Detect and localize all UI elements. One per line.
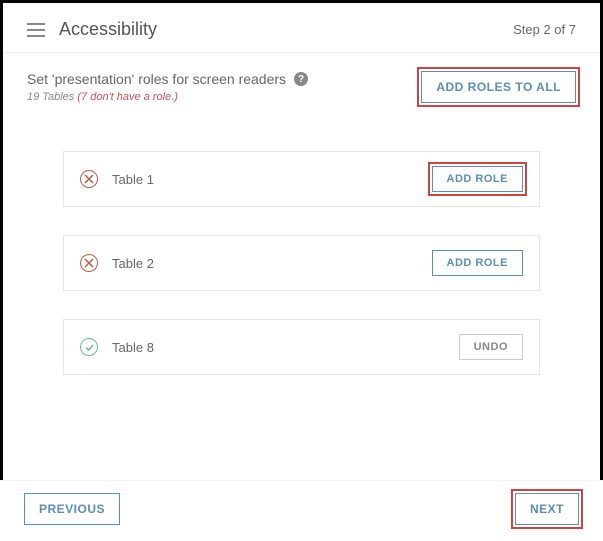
page-title: Accessibility: [59, 19, 157, 40]
table-row-label: Table 2: [112, 256, 418, 271]
table-row: Table 1 ADD ROLE: [63, 151, 540, 207]
add-roles-to-all-button[interactable]: ADD ROLES TO ALL: [421, 71, 576, 103]
subheader-title: Set 'presentation' roles for screen read…: [27, 71, 308, 87]
tables-count: 19 Tables: [27, 91, 74, 103]
next-button[interactable]: NEXT: [515, 493, 579, 525]
subheader-left: Set 'presentation' roles for screen read…: [27, 71, 308, 103]
subheader: Set 'presentation' roles for screen read…: [3, 53, 600, 111]
tables-warning: (7 don't have a role.): [77, 91, 178, 103]
tables-list: Table 1 ADD ROLE Table 2 ADD ROLE Table 8 UND…: [3, 111, 600, 399]
table-row: Table 2 ADD ROLE: [63, 235, 540, 291]
undo-button[interactable]: UNDO: [459, 334, 523, 360]
table-row-label: Table 8: [112, 340, 445, 355]
table-row: Table 8 UNDO: [63, 319, 540, 375]
header: Accessibility Step 2 of 7: [3, 3, 600, 53]
help-icon[interactable]: ?: [294, 72, 308, 86]
subheader-title-text: Set 'presentation' roles for screen read…: [27, 71, 286, 87]
tables-info: 19 Tables (7 don't have a role.): [27, 91, 308, 103]
table-row-label: Table 1: [112, 172, 418, 187]
x-icon: [80, 170, 98, 188]
add-role-button[interactable]: ADD ROLE: [432, 166, 523, 192]
check-icon: [80, 338, 98, 356]
step-indicator: Step 2 of 7: [513, 22, 576, 37]
previous-button[interactable]: PREVIOUS: [24, 493, 120, 525]
footer: PREVIOUS NEXT: [0, 480, 603, 541]
header-left: Accessibility: [27, 19, 157, 40]
menu-icon[interactable]: [27, 23, 45, 37]
add-role-button[interactable]: ADD ROLE: [432, 250, 523, 276]
x-icon: [80, 254, 98, 272]
